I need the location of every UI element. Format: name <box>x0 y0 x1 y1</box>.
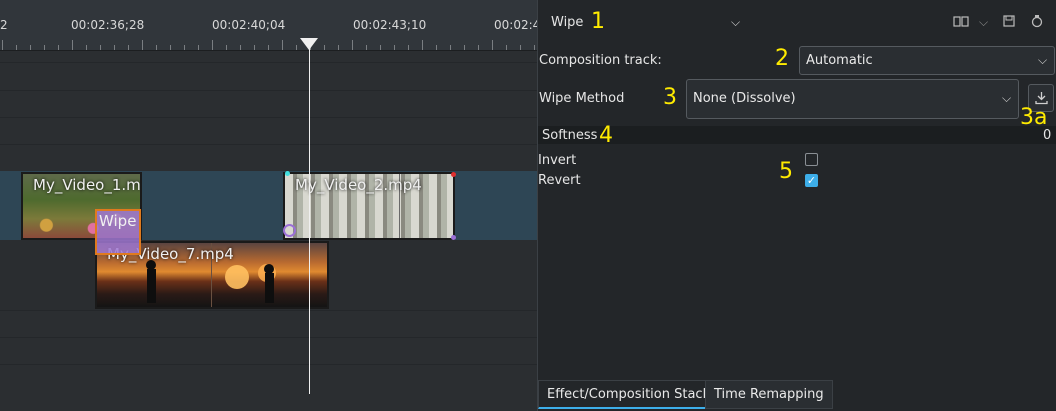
chevron-down-icon[interactable]: ⌵ <box>979 15 988 30</box>
ruler-tick <box>44 45 45 50</box>
ruler-tick <box>72 40 73 50</box>
track-separator <box>0 90 537 91</box>
ruler-tick <box>394 45 395 50</box>
timeline[interactable]: 2 00:02:36;28 00:02:40;04 00:02:43;10 00… <box>0 0 537 411</box>
ruler-tick <box>100 45 101 50</box>
fade-handle[interactable] <box>283 224 296 237</box>
download-icon <box>1035 92 1048 105</box>
bottom-tab-bar: Effect/Composition Stack Time Remapping <box>538 380 1056 411</box>
chevron-down-icon: ⌵ <box>1038 53 1048 67</box>
ruler-tick <box>282 40 283 50</box>
revert-checkbox[interactable]: ✓ <box>805 174 818 187</box>
track-separator <box>0 117 537 118</box>
ruler-tick <box>492 40 493 50</box>
invert-checkbox[interactable] <box>805 153 818 166</box>
ruler-tick <box>366 45 367 50</box>
ruler-tick <box>16 45 17 50</box>
playhead-marker[interactable] <box>300 38 318 50</box>
track-separator <box>0 364 537 365</box>
ruler-tick <box>422 40 423 50</box>
ruler-label: 00:02:43;10 <box>353 18 427 32</box>
tab-effect-composition-stack[interactable]: Effect/Composition Stack <box>538 380 720 409</box>
ruler-tick <box>464 45 465 50</box>
ruler-tick <box>142 40 143 50</box>
invert-label: Invert <box>538 153 577 168</box>
ruler-tick <box>478 45 479 50</box>
keyframe-marker[interactable] <box>451 172 456 177</box>
playhead-line[interactable] <box>309 44 310 394</box>
ruler-tick <box>408 45 409 50</box>
ruler-tick <box>380 45 381 50</box>
keyframe-marker[interactable] <box>451 235 456 240</box>
ruler-tick <box>30 45 31 50</box>
ruler-tick <box>520 45 521 50</box>
annotation-3: 3 <box>663 85 677 110</box>
softness-slider[interactable] <box>538 126 1056 144</box>
composition-track-select[interactable]: Automatic ⌵ <box>799 46 1055 75</box>
ruler-label: 00:02:40;04 <box>212 18 286 32</box>
revert-label: Revert <box>538 173 581 188</box>
ruler-tick <box>240 45 241 50</box>
track-separator <box>0 337 537 338</box>
ruler-tick <box>450 45 451 50</box>
ruler-label: 2 <box>0 18 8 32</box>
keyframe-marker[interactable] <box>285 171 290 176</box>
chevron-down-icon: ⌵ <box>1002 91 1012 105</box>
ruler-tick <box>296 45 297 50</box>
ruler-tick <box>254 45 255 50</box>
ruler-tick <box>58 45 59 50</box>
wipe-method-select[interactable]: None (Dissolve) ⌵ <box>686 79 1019 119</box>
ruler-tick <box>86 45 87 50</box>
composition-track-label: Composition track: <box>539 53 662 68</box>
ruler-label: 00:02:36;28 <box>71 18 145 32</box>
ruler-tick <box>212 40 213 50</box>
ruler-tick <box>170 45 171 50</box>
chevron-down-icon[interactable]: ⌵ <box>731 15 740 30</box>
ruler-tick <box>198 45 199 50</box>
annotation-5: 5 <box>779 159 793 184</box>
ruler-tick <box>156 45 157 50</box>
ruler-tick <box>338 45 339 50</box>
reset-icon[interactable] <box>1031 15 1043 28</box>
ruler-tick <box>268 45 269 50</box>
clip-label: My_Video_2.mp4 <box>295 176 422 194</box>
select-value: None (Dissolve) <box>693 91 796 106</box>
ruler-tick <box>128 45 129 50</box>
timeline-ruler[interactable]: 2 00:02:36;28 00:02:40;04 00:02:43;10 00… <box>0 0 537 51</box>
clip-label: My_Video_1.m <box>33 176 141 194</box>
select-value: Automatic <box>806 53 873 68</box>
ruler-tick <box>114 45 115 50</box>
ruler-tick <box>324 45 325 50</box>
track-separator <box>0 62 537 63</box>
annotation-1: 1 <box>591 9 605 34</box>
annotation-4: 4 <box>599 123 613 148</box>
composition-label: Wipe <box>99 212 137 230</box>
ruler-tick <box>352 40 353 50</box>
track-separator <box>0 310 537 311</box>
ruler-tick <box>534 45 535 50</box>
wipe-composition[interactable]: Wipe <box>95 209 141 255</box>
ruler-tick <box>506 45 507 50</box>
tab-time-remapping[interactable]: Time Remapping <box>705 380 833 409</box>
compare-icon[interactable] <box>953 16 969 28</box>
softness-label: Softness <box>542 128 598 143</box>
annotation-2: 2 <box>775 46 789 71</box>
ruler-tick <box>226 45 227 50</box>
wipe-method-label: Wipe Method <box>539 91 625 106</box>
effect-name: Wipe <box>551 15 584 30</box>
ruler-label: 00:02:4 <box>494 18 537 32</box>
ruler-tick <box>184 45 185 50</box>
ruler-tick <box>2 40 3 50</box>
ruler-tick <box>436 45 437 50</box>
save-icon[interactable] <box>1003 15 1015 27</box>
softness-value: 0 <box>1043 128 1052 143</box>
track-separator <box>0 144 537 145</box>
